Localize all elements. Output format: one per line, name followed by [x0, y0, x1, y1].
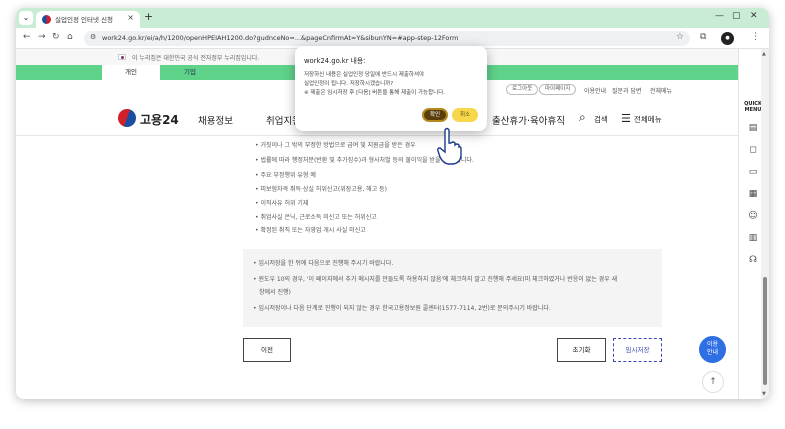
korea-flag-icon	[118, 54, 126, 60]
usage-guide-label: 안내	[706, 349, 719, 356]
maximize-icon[interactable]: ▢	[732, 11, 741, 21]
tab-search-icon[interactable]: ⌄	[19, 11, 33, 25]
site-info-icon[interactable]: ⚙	[90, 33, 96, 41]
calendar-icon[interactable]: ▥	[746, 231, 760, 245]
nav-parental-leave[interactable]: 출산휴가·육아휴직	[492, 113, 565, 127]
bookmark-star-icon[interactable]: ☆	[676, 32, 684, 42]
scrollbar-thumb[interactable]	[763, 277, 767, 385]
header-divider	[16, 135, 738, 136]
profile-avatar[interactable]: ●	[721, 32, 734, 45]
prev-button[interactable]: 이전	[243, 338, 291, 362]
back-icon[interactable]: ←	[23, 32, 31, 42]
extensions-icon[interactable]: ⧉	[700, 32, 706, 42]
dialog-ok-button[interactable]: 확인	[422, 108, 448, 122]
usage-guide-button[interactable]: 이용 안내	[699, 336, 726, 363]
notice-line: • 임시저장이나 다음 단계로 진행이 되지 않는 경우 한국고용정보원 콜센터…	[253, 305, 551, 312]
browser-menu-icon[interactable]: ⋮	[751, 32, 760, 42]
mypage-button[interactable]: 마이페이지	[539, 84, 577, 95]
address-bar[interactable]: ⚙ work24.go.kr/ei/a/h/1200/openHPEIAH120…	[84, 31, 690, 46]
usage-guide-label: 이용	[706, 341, 719, 348]
monitor-icon[interactable]: ▭	[746, 165, 760, 179]
grid-icon[interactable]: ▦	[746, 187, 760, 201]
nav-job-info[interactable]: 채용정보	[198, 113, 233, 127]
dialog-title: work24.go.kr 내용:	[304, 57, 366, 65]
search-label[interactable]: 검색	[594, 114, 608, 125]
tab-strip: ⌄ 실업인정 인터넷 신청 × + — ▢ ✕	[16, 8, 769, 28]
smile-icon[interactable]: ☺	[746, 209, 760, 223]
search-icon[interactable]: ⌕	[579, 110, 586, 125]
scroll-top-button[interactable]: ↑	[702, 371, 724, 393]
window-close-icon[interactable]: ✕	[750, 11, 758, 21]
sitemap-link[interactable]: 전체메뉴	[650, 86, 672, 95]
notice-box: • 임시저장을 한 뒤에 다음으로 진행해 주시기 바랍니다. • 윈도우 10…	[243, 249, 662, 327]
notice-line: • 윈도우 10의 경우, '이 페이지에서 추가 메시지를 만들도록 허용하지…	[253, 276, 618, 283]
hand-cursor-icon	[437, 127, 462, 165]
tab-close-icon[interactable]: ×	[127, 13, 134, 22]
list-item: • 주요 부정행위 유형 예	[255, 172, 316, 179]
list-item: • 거짓이나 그 밖의 부정한 방법으로 급여 및 지원금을 받은 경우	[255, 142, 416, 149]
temp-save-button[interactable]: 임시저장	[613, 338, 662, 362]
tab-title: 실업인정 인터넷 신청	[55, 16, 113, 24]
gov-banner-text: 이 누리집은 대한민국 공식 전자정부 누리집입니다.	[132, 55, 260, 62]
list-item: • 이직사유 허위 기재	[255, 200, 309, 207]
dialog-cancel-button[interactable]: 취소	[452, 108, 478, 122]
minimize-icon[interactable]: —	[715, 11, 724, 21]
list-item: • 확정된 취직 또는 자영업 개시 사실 미신고	[255, 227, 366, 234]
dialog-message: 저장하신 내용은 실업인정 당일에 반드시 제출하셔야	[304, 72, 425, 78]
scroll-down-icon[interactable]: ▼	[762, 391, 766, 397]
document-icon[interactable]: ▤	[746, 121, 760, 135]
new-tab-button[interactable]: +	[144, 11, 153, 23]
chat-icon[interactable]: ◻	[746, 143, 760, 157]
list-item: • 취업사실 은닉, 근로소득 미신고 또는 허위신고	[255, 214, 377, 221]
brand-name[interactable]: 고용24	[140, 111, 179, 128]
browser-window: ⌄ 실업인정 인터넷 신청 × + — ▢ ✕ ← → ↻ ⌂ ⚙ work24…	[16, 8, 769, 399]
brand-logo-icon[interactable]	[118, 109, 136, 127]
logout-button[interactable]: 로그아웃	[506, 84, 539, 95]
notice-line: 창에서 진행)	[259, 289, 291, 296]
reset-button[interactable]: 초기화	[557, 338, 606, 362]
url-text[interactable]: work24.go.kr/ei/a/h/1200/openHPEIAH1200.…	[102, 34, 458, 42]
site-favicon-icon	[42, 15, 51, 24]
tab-corporate[interactable]: 기업	[160, 65, 220, 80]
forward-icon[interactable]: →	[38, 32, 46, 42]
confirm-dialog: work24.go.kr 내용: 저장하신 내용은 실업인정 당일에 반드시 제…	[295, 46, 487, 131]
browser-tab-active[interactable]: 실업인정 인터넷 신청 ×	[36, 11, 140, 28]
list-item: • 피보험자격 취득·상실 허위신고(위장고용, 해고 등)	[255, 186, 387, 193]
page-scrollbar[interactable]: ▲ ▼	[761, 49, 769, 399]
faq-link[interactable]: 질문과 답변	[612, 86, 642, 95]
dialog-message: 실업인정이 됩니다. 저장하시겠습니까?	[304, 81, 394, 87]
home-icon[interactable]: ⌂	[67, 32, 73, 42]
tab-personal[interactable]: 개인	[102, 65, 160, 80]
reload-icon[interactable]: ↻	[52, 32, 60, 42]
notice-line: • 임시저장을 한 뒤에 다음으로 진행해 주시기 바랍니다.	[253, 260, 394, 267]
dialog-message: ※ 제출은 임시저장 후 [다음] 버튼을 통해 제출이 가능합니다.	[304, 90, 446, 96]
full-menu-label[interactable]: 전체메뉴	[634, 114, 662, 125]
hamburger-menu-icon[interactable]: ☰	[621, 112, 631, 125]
guide-link[interactable]: 이용안내	[584, 86, 606, 95]
scroll-up-icon[interactable]: ▲	[762, 51, 766, 57]
headset-icon[interactable]: ☊	[746, 253, 760, 267]
